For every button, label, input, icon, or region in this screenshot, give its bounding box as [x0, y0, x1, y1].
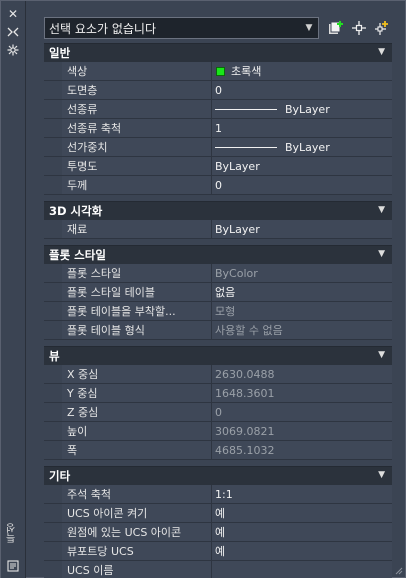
property-name: UCS 이름: [62, 561, 212, 578]
property-value[interactable]: 1: [212, 119, 392, 137]
property-name: 뷰포트당 UCS: [62, 542, 212, 560]
property-value: 1648.3601: [212, 384, 392, 402]
property-row-layer[interactable]: 도면층 0: [44, 81, 392, 100]
property-value[interactable]: [212, 561, 392, 578]
property-name: 색상: [62, 62, 212, 80]
category-general[interactable]: 일반 ▼: [44, 43, 392, 62]
properties-palette: ✕ 특성 선택 요소가 없습니다 ▼ 일반 ▼ 색상 초록색 도면층 0 선종류…: [0, 0, 406, 578]
property-row-color[interactable]: 색상 초록색: [44, 62, 392, 81]
category-3d-visualization[interactable]: 3D 시각화 ▼: [44, 201, 392, 220]
chevron-down-icon[interactable]: ▼: [303, 21, 315, 35]
property-row-plot-style-table[interactable]: 플롯 스타일 테이블 없음: [44, 283, 392, 302]
property-value[interactable]: ByLayer: [212, 220, 392, 238]
property-name: 플롯 테이블 형식: [62, 321, 212, 339]
property-row-plot-table-attach[interactable]: 플롯 테이블을 부착할... 모형: [44, 302, 392, 321]
property-name: 선종류 축척: [62, 119, 212, 137]
category-plot-style[interactable]: 플롯 스타일 ▼: [44, 245, 392, 264]
property-value[interactable]: ByLayer: [212, 157, 392, 175]
collapse-icon[interactable]: ▼: [378, 350, 385, 360]
category-view[interactable]: 뷰 ▼: [44, 346, 392, 365]
close-icon[interactable]: ✕: [6, 7, 20, 21]
property-value: ByColor: [212, 264, 392, 282]
resize-grip-icon[interactable]: [393, 565, 403, 575]
collapse-icon[interactable]: ▼: [378, 470, 385, 480]
linetype-sample: [215, 108, 277, 110]
property-value: 4685.1032: [212, 441, 392, 459]
property-value[interactable]: 없음: [212, 283, 392, 301]
property-name: 플롯 테이블을 부착할...: [62, 302, 212, 320]
property-name: 원점에 있는 UCS 아이콘: [62, 523, 212, 541]
property-row-linetype-scale[interactable]: 선종류 축척 1: [44, 119, 392, 138]
property-row-thickness[interactable]: 두께 0: [44, 176, 392, 195]
property-row-material[interactable]: 재료 ByLayer: [44, 220, 392, 239]
auto-hide-icon[interactable]: [6, 25, 20, 39]
property-row-ucs-per-viewport[interactable]: 뷰포트당 UCS 예: [44, 542, 392, 561]
property-name: 플롯 스타일 테이블: [62, 283, 212, 301]
category-title: 일반: [49, 46, 71, 60]
category-title: 뷰: [49, 349, 60, 363]
property-row-transparency[interactable]: 투명도 ByLayer: [44, 157, 392, 176]
property-name: Z 중심: [62, 403, 212, 421]
property-value: 2630.0488: [212, 365, 392, 383]
property-value[interactable]: ByLayer: [212, 100, 392, 118]
property-value: 사용할 수 없음: [212, 321, 392, 339]
property-value: 0: [212, 403, 392, 421]
property-value[interactable]: 0: [212, 176, 392, 194]
category-misc[interactable]: 기타 ▼: [44, 466, 392, 485]
property-value: 모형: [212, 302, 392, 320]
palette-title-strip[interactable]: ✕ 특성: [1, 1, 26, 578]
property-value: 3069.0821: [212, 422, 392, 440]
property-row-annotation-scale[interactable]: 주석 축척 1:1: [44, 485, 392, 504]
settings-icon[interactable]: [6, 43, 20, 57]
property-name: 선가중치: [62, 138, 212, 156]
select-objects-icon[interactable]: [350, 19, 368, 37]
property-name: UCS 아이콘 켜기: [62, 504, 212, 522]
selection-dropdown-value: 선택 요소가 없습니다: [49, 21, 156, 36]
color-swatch-icon: [216, 66, 225, 76]
property-name: 도면층: [62, 81, 212, 99]
property-name: 주석 축척: [62, 485, 212, 503]
collapse-icon[interactable]: ▼: [378, 205, 385, 215]
property-name: 플롯 스타일: [62, 264, 212, 282]
lineweight-sample: [215, 146, 277, 148]
property-value[interactable]: 초록색: [212, 62, 392, 80]
property-row-center-z[interactable]: Z 중심 0: [44, 403, 392, 422]
property-row-center-y[interactable]: Y 중심 1648.3601: [44, 384, 392, 403]
toggle-pickadd-icon[interactable]: [373, 19, 391, 37]
category-title: 기타: [49, 469, 71, 483]
property-row-plot-table-type[interactable]: 플롯 테이블 형식 사용할 수 없음: [44, 321, 392, 340]
quick-select-icon[interactable]: [327, 19, 345, 37]
property-row-height[interactable]: 높이 3069.0821: [44, 422, 392, 441]
property-row-ucs-icon-on[interactable]: UCS 아이콘 켜기 예: [44, 504, 392, 523]
property-grid: 일반 ▼ 색상 초록색 도면층 0 선종류 ByLayer 선종류 축척 1 선…: [44, 43, 392, 578]
property-row-plot-style[interactable]: 플롯 스타일 ByColor: [44, 264, 392, 283]
category-title: 3D 시각화: [49, 204, 103, 218]
collapse-icon[interactable]: ▼: [378, 47, 385, 57]
property-row-ucs-icon-origin[interactable]: 원점에 있는 UCS 아이콘 예: [44, 523, 392, 542]
property-row-ucs-name[interactable]: UCS 이름: [44, 561, 392, 578]
category-title: 플롯 스타일: [49, 248, 106, 262]
property-row-linetype[interactable]: 선종류 ByLayer: [44, 100, 392, 119]
property-value[interactable]: 0: [212, 81, 392, 99]
properties-icon[interactable]: [6, 559, 20, 573]
property-value[interactable]: 1:1: [212, 485, 392, 503]
property-name: 재료: [62, 220, 212, 238]
property-name: Y 중심: [62, 384, 212, 402]
palette-title-label: 특성: [7, 523, 18, 543]
property-value[interactable]: 예: [212, 523, 392, 541]
selection-dropdown[interactable]: 선택 요소가 없습니다 ▼: [44, 17, 319, 39]
property-row-center-x[interactable]: X 중심 2630.0488: [44, 365, 392, 384]
property-name: 두께: [62, 176, 212, 194]
collapse-icon[interactable]: ▼: [378, 249, 385, 259]
property-name: 폭: [62, 441, 212, 459]
property-row-lineweight[interactable]: 선가중치 ByLayer: [44, 138, 392, 157]
property-row-width[interactable]: 폭 4685.1032: [44, 441, 392, 460]
property-value[interactable]: ByLayer: [212, 138, 392, 156]
property-value[interactable]: 예: [212, 504, 392, 522]
property-name: X 중심: [62, 365, 212, 383]
property-value[interactable]: 예: [212, 542, 392, 560]
property-name: 투명도: [62, 157, 212, 175]
property-name: 높이: [62, 422, 212, 440]
property-name: 선종류: [62, 100, 212, 118]
